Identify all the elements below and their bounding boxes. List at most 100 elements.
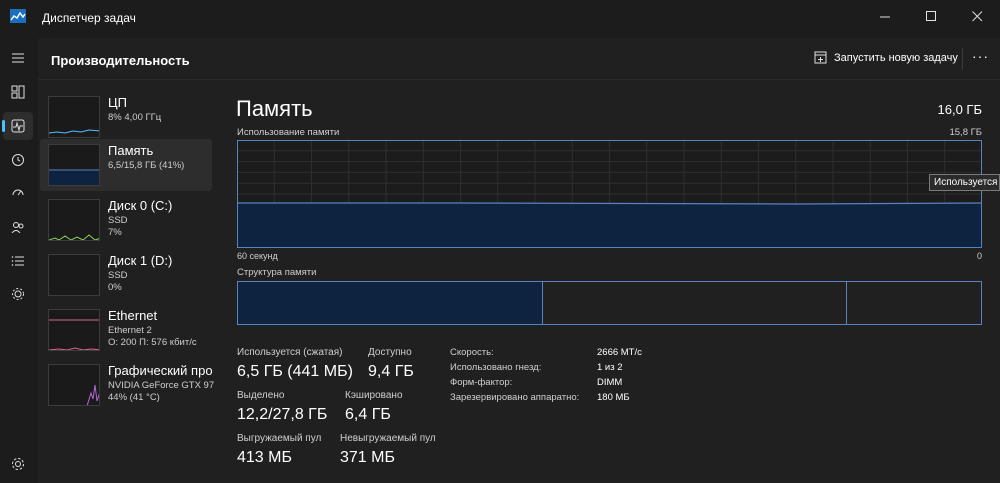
slots-label: Использовано гнезд:	[450, 362, 542, 373]
nonpaged-pool-value: 371 МБ	[340, 449, 395, 466]
memory-thumbnail-graph	[48, 144, 100, 186]
sidebar-item-detail: SSD	[108, 270, 128, 281]
sidebar-item-name: Ethernet	[108, 308, 158, 323]
minimize-button[interactable]	[862, 0, 908, 32]
sidebar-item-memory[interactable]: Память 6,5/15,8 ГБ (41%)	[40, 139, 212, 191]
speed-value: 2666 МТ/с	[597, 347, 642, 358]
sidebar-item-disk-0[interactable]: Диск 0 (C:) SSD 7%	[40, 194, 212, 246]
minimize-icon	[879, 16, 890, 17]
hamburger-icon	[12, 53, 24, 63]
page-header: Производительность Запустить новую задач…	[38, 38, 1000, 80]
memory-composition-label: Структура памяти	[237, 267, 317, 278]
available-value: 9,4 ГБ	[368, 363, 414, 380]
sidebar-item-name: Память	[108, 143, 154, 158]
speed-label: Скорость:	[450, 347, 494, 358]
performance-icon	[11, 119, 25, 133]
composition-in-use	[238, 282, 543, 324]
sidebar-item-name: ЦП	[108, 95, 127, 110]
composition-free	[847, 282, 981, 324]
close-icon	[971, 10, 982, 21]
paged-pool-label: Выгружаемый пул	[237, 433, 322, 444]
sidebar-item-cpu[interactable]: ЦП 8% 4,00 ГГц	[40, 91, 212, 143]
cached-value: 6,4 ГБ	[345, 406, 391, 423]
composition-standby	[543, 282, 848, 324]
sidebar-item-gpu[interactable]: Графический про NVIDIA GeForce GTX 970 4…	[40, 359, 214, 411]
hardware-reserved-value: 180 МБ	[597, 392, 630, 403]
graph-time-zero-label: 0	[976, 251, 982, 261]
disk0-thumbnail-graph	[48, 199, 100, 241]
run-new-task-button[interactable]: Запустить новую задачу	[814, 51, 958, 64]
sidebar-item-usage: 0%	[108, 282, 122, 293]
maximize-button[interactable]	[908, 0, 954, 32]
memory-usage-max: 15,8 ГБ	[949, 127, 982, 138]
memory-composition-bar	[237, 281, 982, 325]
memory-title: Память	[236, 96, 313, 121]
sidebar-item-name: Графический про	[108, 363, 213, 378]
ethernet-mini-chart	[49, 319, 99, 350]
nonpaged-pool-label: Невыгружаемый пул	[340, 433, 436, 444]
hardware-reserved-label: Зарезервировано аппаратно:	[450, 392, 580, 403]
sidebar-item-detail: SSD	[108, 215, 128, 226]
startup-icon	[12, 189, 24, 196]
users-icon	[11, 222, 24, 234]
title-bar: Диспетчер задач	[0, 0, 1000, 38]
paged-pool-value: 413 МБ	[237, 449, 292, 466]
sidebar-item-detail: 6,5/15,8 ГБ (41%)	[108, 160, 185, 171]
services-icon	[12, 288, 24, 300]
sidebar-item-name: Диск 1 (D:)	[108, 253, 173, 268]
processes-icon	[11, 85, 25, 99]
disk1-thumbnail-graph	[48, 254, 100, 296]
hamburger-menu-button[interactable]	[3, 44, 33, 72]
committed-value: 12,2/27,8 ГБ	[237, 406, 328, 423]
sidebar-item-name: Диск 0 (C:)	[108, 198, 173, 213]
cpu-mini-chart	[49, 129, 99, 134]
history-icon	[12, 154, 24, 166]
graph-time-span-label: 60 секунд	[237, 251, 278, 261]
nav-startup[interactable]	[3, 179, 33, 207]
page-title: Производительность	[51, 53, 190, 68]
nav-details[interactable]	[3, 247, 33, 275]
usage-tooltip: Используется	[929, 174, 1000, 191]
settings-icon	[12, 458, 24, 470]
task-manager-app-icon	[10, 9, 26, 23]
sidebar-item-usage: О: 200 П: 576 кбит/с	[108, 337, 197, 348]
sidebar-item-ethernet[interactable]: Ethernet Ethernet 2 О: 200 П: 576 кбит/с	[40, 304, 212, 356]
navigation-rail	[0, 38, 38, 483]
ethernet-thumbnail-graph	[48, 309, 100, 351]
cpu-thumbnail-graph	[48, 96, 100, 138]
run-task-icon	[814, 51, 827, 64]
sidebar-item-detail: Ethernet 2	[108, 325, 152, 336]
sidebar-item-detail: 8% 4,00 ГГц	[108, 112, 162, 123]
memory-mini-chart	[49, 169, 99, 185]
nav-users[interactable]	[3, 213, 33, 241]
form-factor-value: DIMM	[597, 377, 623, 388]
details-icon	[11, 256, 24, 266]
available-label: Доступно	[368, 347, 412, 358]
memory-total: 16,0 ГБ	[937, 102, 982, 117]
memory-usage-label: Использование памяти	[237, 127, 340, 138]
slots-value: 1 из 2	[597, 362, 623, 373]
content-area: ЦП 8% 4,00 ГГц Память 6,5/15,8 ГБ (41%) …	[38, 80, 1000, 483]
window-title: Диспетчер задач	[42, 11, 136, 25]
sidebar-item-detail: NVIDIA GeForce GTX 970	[108, 380, 214, 391]
nav-settings[interactable]	[3, 450, 33, 478]
memory-usage-graph	[237, 140, 982, 248]
run-task-label: Запустить новую задачу	[834, 51, 958, 64]
sidebar-item-usage: 7%	[108, 227, 122, 238]
in-use-value: 6,5 ГБ (441 МБ)	[237, 363, 353, 380]
nav-processes[interactable]	[3, 78, 33, 106]
nav-services[interactable]	[3, 280, 33, 308]
more-options-button[interactable]: ···	[972, 48, 989, 64]
close-button[interactable]	[954, 0, 1000, 32]
in-use-label: Используется (сжатая)	[237, 347, 343, 358]
cached-label: Кэшировано	[345, 390, 403, 401]
gpu-thumbnail-graph	[48, 364, 100, 406]
form-factor-label: Форм-фактор:	[450, 377, 513, 388]
gpu-mini-chart	[86, 384, 99, 405]
nav-performance[interactable]	[2, 112, 33, 140]
sidebar-item-usage: 44% (41 °C)	[108, 392, 160, 403]
header-divider	[962, 48, 963, 70]
nav-app-history[interactable]	[3, 146, 33, 174]
sidebar-item-disk-1[interactable]: Диск 1 (D:) SSD 0%	[40, 249, 212, 301]
disk0-mini-chart	[49, 234, 99, 240]
